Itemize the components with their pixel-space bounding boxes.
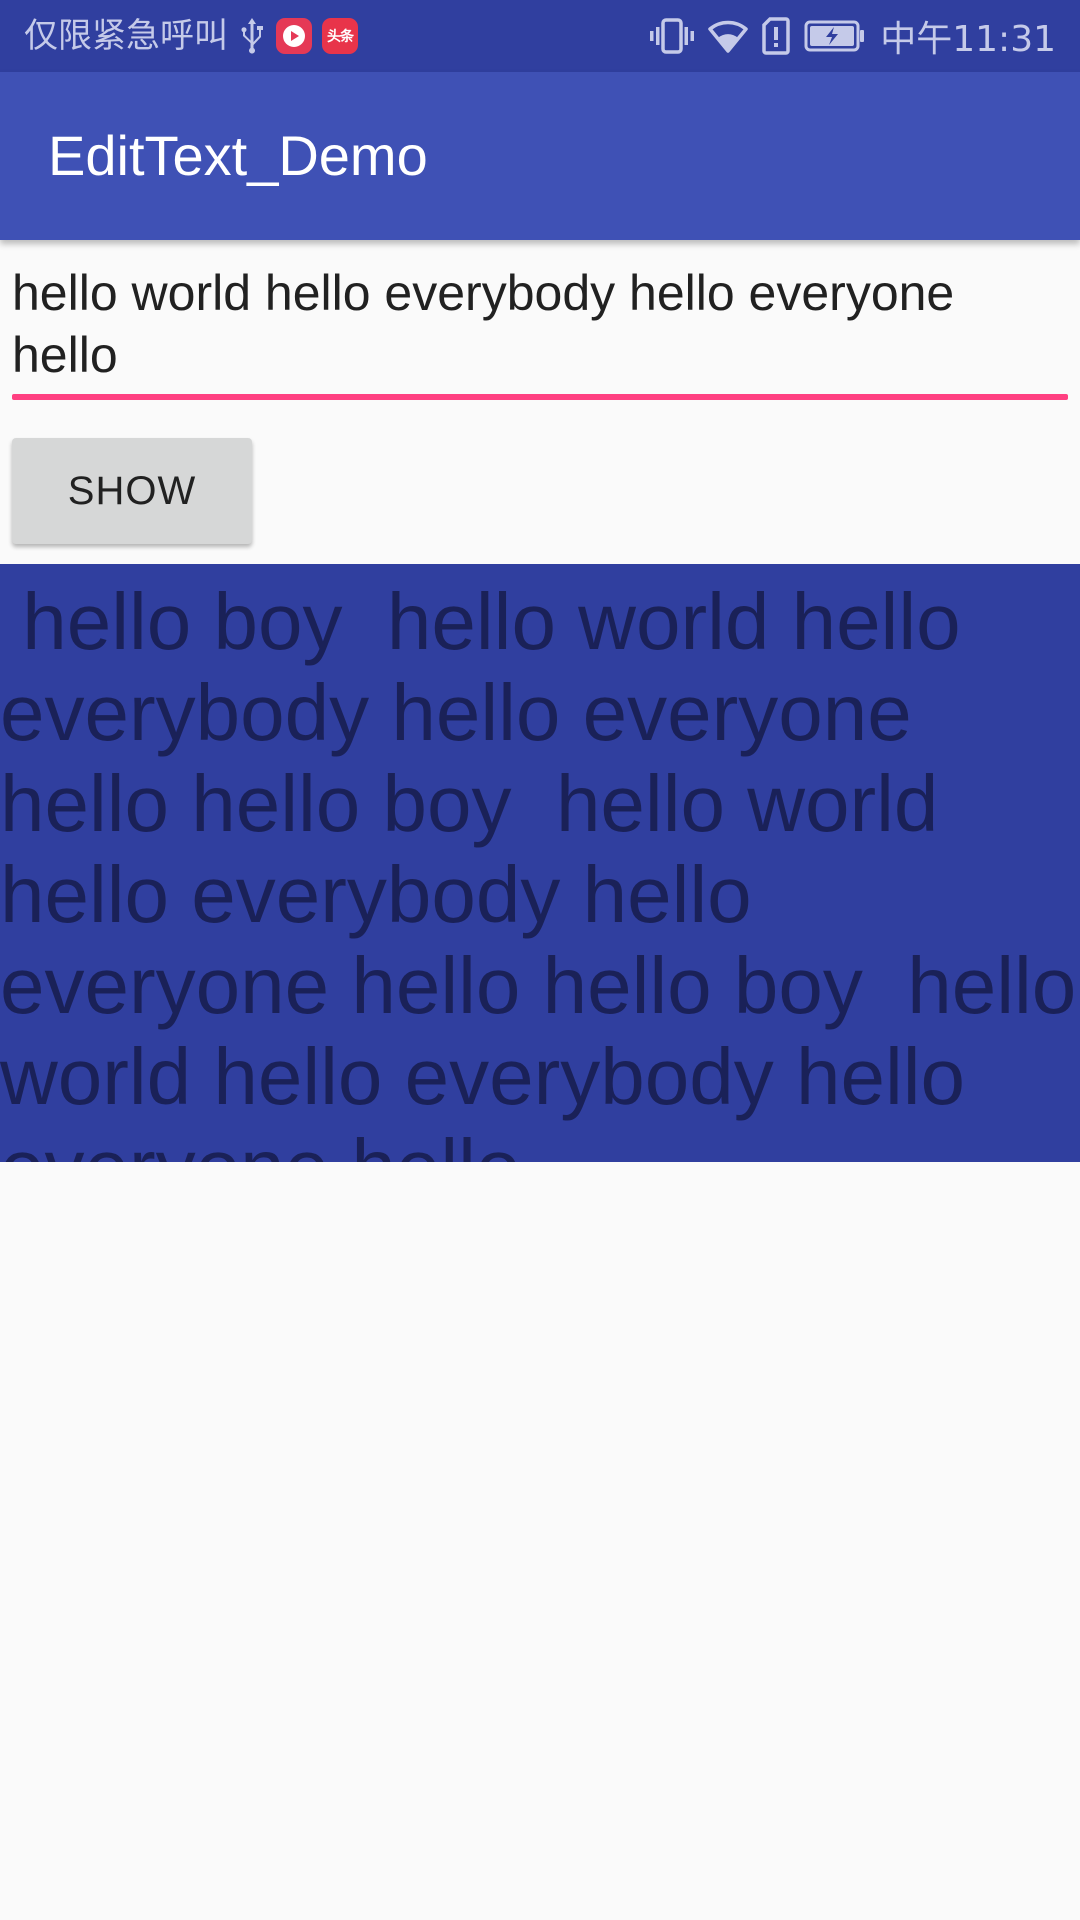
- status-bar: 仅限紧急呼叫 头条 中午11:31: [0, 0, 1080, 72]
- edit-text-underline: [12, 394, 1068, 400]
- display-text: hello boy hello world hello everybody he…: [0, 577, 1077, 1162]
- screen: 仅限紧急呼叫 头条 中午11:31 EditText_Demo hello wo…: [0, 0, 1080, 1920]
- edit-text-container[interactable]: hello world hello everybody hello everyo…: [12, 262, 1068, 400]
- app-title: EditText_Demo: [48, 124, 428, 187]
- status-right: 中午11:31: [650, 0, 1056, 72]
- alert-icon: [762, 17, 790, 55]
- wifi-icon: [708, 18, 748, 54]
- vibrate-icon: [650, 16, 695, 56]
- show-button[interactable]: SHOW: [12, 438, 252, 544]
- status-left: 仅限紧急呼叫 头条: [24, 0, 358, 72]
- toutiao-app-icon: 头条: [322, 18, 358, 54]
- clock: 中午11:31: [880, 19, 1056, 60]
- edit-text-input[interactable]: hello world hello everybody hello everyo…: [12, 262, 1068, 386]
- battery-charging-icon: [804, 20, 866, 52]
- carrier-text: 仅限紧急呼叫: [24, 16, 228, 56]
- display-area: hello boy hello world hello everybody he…: [0, 564, 1080, 1162]
- app-bar: EditText_Demo: [0, 72, 1080, 240]
- usb-icon: [238, 16, 266, 56]
- video-app-icon: [276, 18, 312, 54]
